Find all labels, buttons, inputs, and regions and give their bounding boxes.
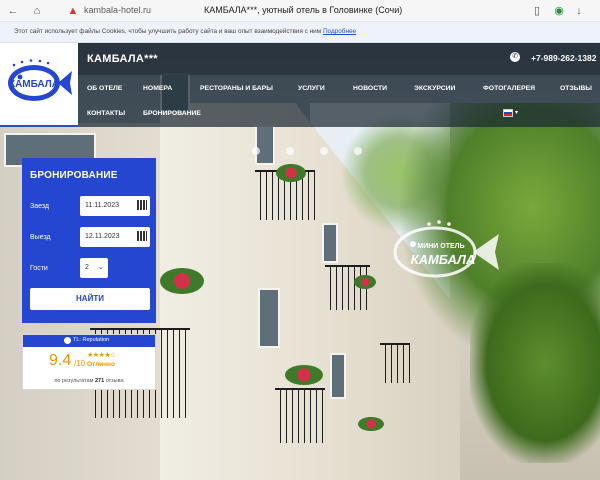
rating-scale: /10 xyxy=(74,359,86,368)
nav-item-services[interactable]: УСЛУГИ xyxy=(298,85,325,92)
flower-box xyxy=(160,268,204,294)
slider-dot[interactable] xyxy=(252,147,260,155)
nav-item-news[interactable]: НОВОСТИ xyxy=(353,85,387,92)
nav-item-about[interactable]: ОБ ОТЕЛЕ xyxy=(87,85,122,92)
logo-text: КАМБАЛА xyxy=(9,79,59,90)
phone-number[interactable]: +7-989-262-1382 xyxy=(531,53,596,63)
rating-brand: TL: Reputation xyxy=(73,337,110,343)
back-icon[interactable]: ← xyxy=(6,4,20,18)
download-icon[interactable]: ↓ xyxy=(572,4,586,18)
brand-name[interactable]: КАМБАЛА*** xyxy=(87,53,158,65)
flower-box xyxy=(358,417,384,431)
rating-widget[interactable]: TL: Reputation 9.4 /10 ★★★★☆ Отлично по … xyxy=(22,334,156,390)
guests-value: 2 xyxy=(85,264,89,271)
watermark-line2: КАМБАЛА xyxy=(411,252,476,267)
search-button[interactable]: НАЙТИ xyxy=(30,288,150,310)
cookie-text: Этот сайт использует файлы Cookies, чтоб… xyxy=(14,28,357,35)
checkout-date-value: 12.11.2023 xyxy=(85,233,120,240)
nav-item-excursions[interactable]: ЭКСКУРСИИ xyxy=(414,85,455,92)
booking-title: БРОНИРОВАНИЕ xyxy=(30,170,118,181)
page-title: КАМБАЛА***, уютный отель в Головинке (Со… xyxy=(204,5,403,15)
checkin-date-value: 11.11.2023 xyxy=(85,202,119,209)
checkout-date-field[interactable]: 12.11.2023 xyxy=(80,227,150,247)
url-bar[interactable]: kambala-hotel.ru xyxy=(84,5,151,15)
flower-box xyxy=(354,275,376,289)
foliage xyxy=(470,263,600,463)
building-window xyxy=(255,125,275,165)
hotel-logo[interactable]: КАМБАЛА xyxy=(0,43,78,127)
slider-dot[interactable] xyxy=(286,147,294,155)
calendar-icon[interactable] xyxy=(137,200,147,210)
checkin-date-field[interactable]: 11.11.2023 xyxy=(80,196,150,216)
nav-item-gallery[interactable]: ФОТОГАЛЕРЕЯ xyxy=(483,85,535,92)
main-nav: ОБ ОТЕЛЕ НОМЕРА РЕСТОРАНЫ И БАРЫ УСЛУГИ … xyxy=(78,75,600,127)
calendar-icon[interactable] xyxy=(137,231,147,241)
nav-item-booking[interactable]: БРОНИРОВАНИЕ xyxy=(143,110,201,117)
nav-item-restaurants[interactable]: РЕСТОРАНЫ И БАРЫ xyxy=(200,85,273,92)
language-dropdown-icon[interactable]: ▾ xyxy=(515,109,518,116)
chevron-down-icon: ⌄ xyxy=(98,264,104,271)
flounder-logo-icon: КАМБАЛА xyxy=(8,59,72,101)
checkin-label: Заезд xyxy=(30,203,50,210)
flower-box xyxy=(276,164,306,182)
rating-stars-icon: ★★★★☆ xyxy=(87,352,116,359)
balcony-railing xyxy=(275,388,325,443)
slider-dot[interactable] xyxy=(320,147,328,155)
booking-panel: БРОНИРОВАНИЕ Заезд 11.11.2023 Выезд 12.1… xyxy=(22,158,156,323)
building-window xyxy=(322,223,338,263)
browser-toolbar: ← ⌂ ▲ kambala-hotel.ru КАМБАЛА***, уютны… xyxy=(0,0,600,22)
building-window xyxy=(258,288,280,348)
tl-logo-icon xyxy=(64,337,71,344)
top-bar: КАМБАЛА*** ✆ +7-989-262-1382 xyxy=(78,43,600,75)
flower-box xyxy=(285,365,323,385)
checkout-label: Выезд xyxy=(30,234,51,241)
review-count: 271 xyxy=(94,378,105,384)
cookie-more-link[interactable]: Подробнее xyxy=(323,28,356,35)
rating-header: TL: Reputation xyxy=(23,335,155,347)
rating-score: 9.4 xyxy=(49,352,72,369)
bookmark-icon[interactable]: ▯ xyxy=(530,4,544,18)
guests-select[interactable]: 2 ⌄ xyxy=(80,258,108,278)
warning-icon[interactable]: ▲ xyxy=(66,4,80,18)
slider-dot[interactable] xyxy=(354,147,362,155)
extension-icon[interactable]: ◉ xyxy=(552,4,566,18)
nav-item-contacts[interactable]: КОНТАКТЫ xyxy=(87,110,125,117)
building-window xyxy=(330,353,346,399)
nav-item-rooms[interactable]: НОМЕРА xyxy=(143,85,172,92)
rating-footer: по результатам 271 отзыва xyxy=(54,378,124,384)
cookie-notice: Этот сайт использует файлы Cookies, чтоб… xyxy=(0,22,600,43)
rating-word: Отлично xyxy=(87,361,115,368)
phone-icon: ✆ xyxy=(510,52,520,62)
russian-flag-icon[interactable] xyxy=(503,109,513,117)
nav-item-reviews[interactable]: ОТЗЫВЫ xyxy=(560,85,592,92)
hotel-watermark-logo: МИНИ ОТЕЛЬ КАМБАЛА xyxy=(393,220,499,278)
home-icon[interactable]: ⌂ xyxy=(30,4,44,18)
guests-label: Гости xyxy=(30,265,48,272)
watermark-line1: МИНИ ОТЕЛЬ xyxy=(417,243,464,250)
